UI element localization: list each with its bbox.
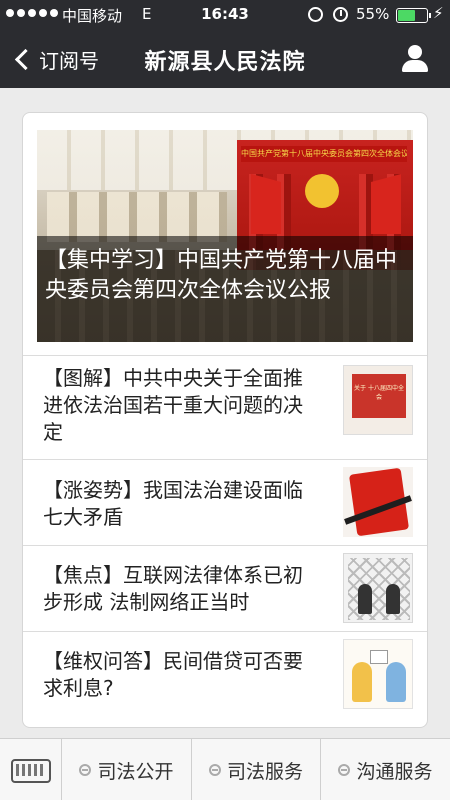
- list-item[interactable]: 【图解】中共中央关于全面推进依法治国若干重大问题的决定 关于 十八届四中全会: [23, 355, 427, 459]
- menu-label: 司法服务: [226, 760, 303, 783]
- menu-dot-icon: [79, 764, 92, 776]
- menu-dot-icon: [338, 764, 351, 776]
- article-title: 【图解】中共中央关于全面推进依法治国若干重大问题的决定: [43, 366, 303, 444]
- alarm-icon: [333, 7, 348, 22]
- bottom-menu: 司法公开 司法服务 沟通服务: [0, 738, 450, 800]
- article-thumbnail: 关于 十八届四中全会: [343, 365, 413, 435]
- menu-judicial-services[interactable]: 司法服务: [192, 739, 320, 800]
- hero-article[interactable]: 中国共产党第十八届中央委员会第四次全体会议 【集中学习】中国共产党第十八届中央委…: [37, 130, 413, 342]
- battery-percent: 55%: [356, 5, 390, 23]
- profile-button[interactable]: [400, 44, 430, 74]
- article-thumbnail: [343, 639, 413, 709]
- list-item[interactable]: 【维权问答】民间借贷可否要求利息?: [23, 631, 427, 727]
- article-title: 【维权问答】民间借贷可否要求利息?: [43, 649, 303, 700]
- page-title: 新源县人民法院: [144, 50, 306, 75]
- list-item[interactable]: 【焦点】互联网法律体系已初步形成 法制网络正当时: [23, 545, 427, 631]
- article-card: 中国共产党第十八届中央委员会第四次全体会议 【集中学习】中国共产党第十八届中央委…: [22, 112, 428, 728]
- article-thumbnail: [343, 467, 413, 537]
- menu-label: 司法公开: [97, 760, 174, 783]
- article-title: 【涨姿势】我国法治建设面临七大矛盾: [43, 478, 303, 529]
- navigation-bar: 订阅号 新源县人民法院: [0, 30, 450, 88]
- article-title: 【焦点】互联网法律体系已初步形成 法制网络正当时: [43, 563, 303, 614]
- battery-icon: [396, 8, 431, 23]
- article-thumbnail: [343, 553, 413, 623]
- party-emblem-icon: [305, 174, 339, 208]
- hero-banner: 中国共产党第十八届中央委员会第四次全体会议: [241, 146, 407, 162]
- menu-label: 沟通服务: [356, 760, 433, 783]
- person-icon: [408, 45, 422, 59]
- status-bar: 中国移动 E 16:43 55% ⚡: [0, 0, 450, 30]
- orientation-lock-icon: [308, 7, 323, 22]
- thumbnail-text: 关于 十八届四中全会: [354, 385, 404, 401]
- menu-judicial-openness[interactable]: 司法公开: [62, 739, 191, 800]
- menu-dot-icon: [208, 764, 221, 776]
- charging-bolt-icon: ⚡: [433, 4, 444, 22]
- menu-communication-services[interactable]: 沟通服务: [321, 739, 450, 800]
- list-item[interactable]: 【涨姿势】我国法治建设面临七大矛盾: [23, 459, 427, 545]
- keyboard-toggle-button[interactable]: [0, 739, 62, 800]
- hero-caption: 【集中学习】中国共产党第十八届中央委员会第四次全体会议公报: [37, 236, 413, 342]
